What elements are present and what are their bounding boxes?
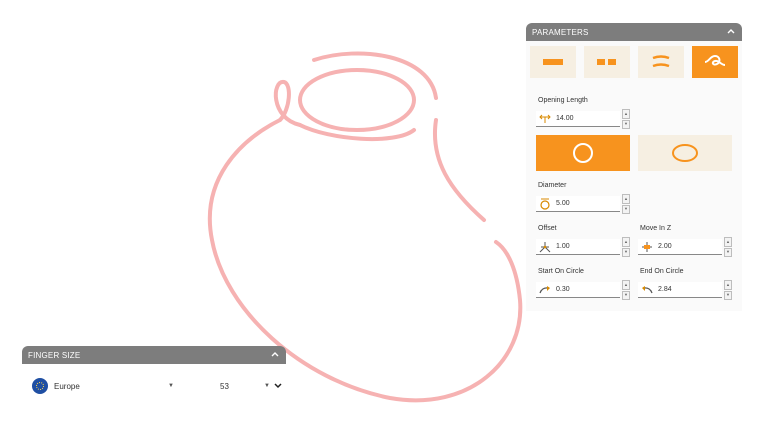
mode-double-bar-button[interactable] [584,46,630,78]
curved-bars-icon [652,55,670,68]
move-z-label: Move In Z [640,225,672,232]
region-flag-icon [32,378,48,394]
spin-down-icon[interactable]: ▼ [622,290,630,300]
ellipse-shape-icon [672,144,698,162]
circle-shape-icon [573,143,593,163]
finger-size-title: FINGER SIZE [28,350,81,360]
opening-length-label: Opening Length [538,97,588,104]
spin-up-icon[interactable]: ▲ [622,280,630,290]
offset-spinner[interactable]: ▲ ▼ [622,237,630,257]
opening-length-icon [538,113,552,125]
end-circle-spinner[interactable]: ▲ ▼ [724,280,732,300]
start-circle-icon [538,284,552,296]
start-circle-value: 0.30 [556,286,570,293]
spin-up-icon[interactable]: ▲ [622,237,630,247]
finger-size-row: Europe ▼ 53 ▼ [22,372,286,400]
mode-curved-bars-button[interactable] [638,46,684,78]
spin-up-icon[interactable]: ▲ [724,237,732,247]
end-circle-input[interactable]: 2.84 [638,282,722,298]
collapse-chevron-icon[interactable] [726,26,736,36]
start-circle-input[interactable]: 0.30 [536,282,620,298]
parameters-title: PARAMETERS [532,27,589,37]
move-z-value: 2.00 [658,243,672,250]
parameters-header[interactable]: PARAMETERS [526,23,742,41]
start-circle-spinner[interactable]: ▲ ▼ [622,280,630,300]
spin-up-icon[interactable]: ▲ [622,194,630,204]
shape-ellipse-button[interactable] [638,135,732,171]
finger-size-header[interactable]: FINGER SIZE [22,346,286,364]
spin-up-icon[interactable]: ▲ [724,280,732,290]
expand-chevron-down-icon[interactable] [274,382,282,391]
opening-length-spinner[interactable]: ▲ ▼ [622,109,630,129]
diameter-label: Diameter [538,182,567,189]
double-bar-icon [597,59,616,65]
start-circle-label: Start On Circle [538,268,584,275]
mode-loop-button[interactable] [692,46,738,78]
spin-down-icon[interactable]: ▼ [724,247,732,257]
diameter-input[interactable]: 5.00 [536,196,620,212]
spin-down-icon[interactable]: ▼ [622,119,630,129]
collapse-chevron-icon[interactable] [270,349,280,359]
loop-icon [704,54,726,66]
offset-value: 1.00 [556,243,570,250]
single-bar-icon [543,59,563,65]
region-value: Europe [54,381,80,391]
offset-label: Offset [538,225,557,232]
offset-icon [538,241,552,253]
shape-circle-button[interactable] [536,135,630,171]
opening-length-value: 14.00 [556,115,574,122]
move-z-spinner[interactable]: ▲ ▼ [724,237,732,257]
opening-length-input[interactable]: 14.00 [536,111,620,127]
move-z-icon [640,241,654,253]
diameter-value: 5.00 [556,200,570,207]
spin-down-icon[interactable]: ▼ [724,290,732,300]
spin-down-icon[interactable]: ▼ [622,204,630,214]
region-select[interactable]: Europe ▼ [54,382,174,391]
spin-up-icon[interactable]: ▲ [622,109,630,119]
diameter-icon [538,198,552,210]
end-circle-icon [640,284,654,296]
spin-down-icon[interactable]: ▼ [622,247,630,257]
offset-input[interactable]: 1.00 [536,239,620,255]
size-select[interactable]: 53 ▼ [220,382,270,391]
mode-single-bar-button[interactable] [530,46,576,78]
diameter-spinner[interactable]: ▲ ▼ [622,194,630,214]
size-value: 53 [220,381,229,391]
dropdown-arrow-icon[interactable]: ▼ [264,383,270,389]
dropdown-arrow-icon[interactable]: ▼ [168,383,174,389]
end-circle-label: End On Circle [640,268,684,275]
end-circle-value: 2.84 [658,286,672,293]
move-z-input[interactable]: 2.00 [638,239,722,255]
